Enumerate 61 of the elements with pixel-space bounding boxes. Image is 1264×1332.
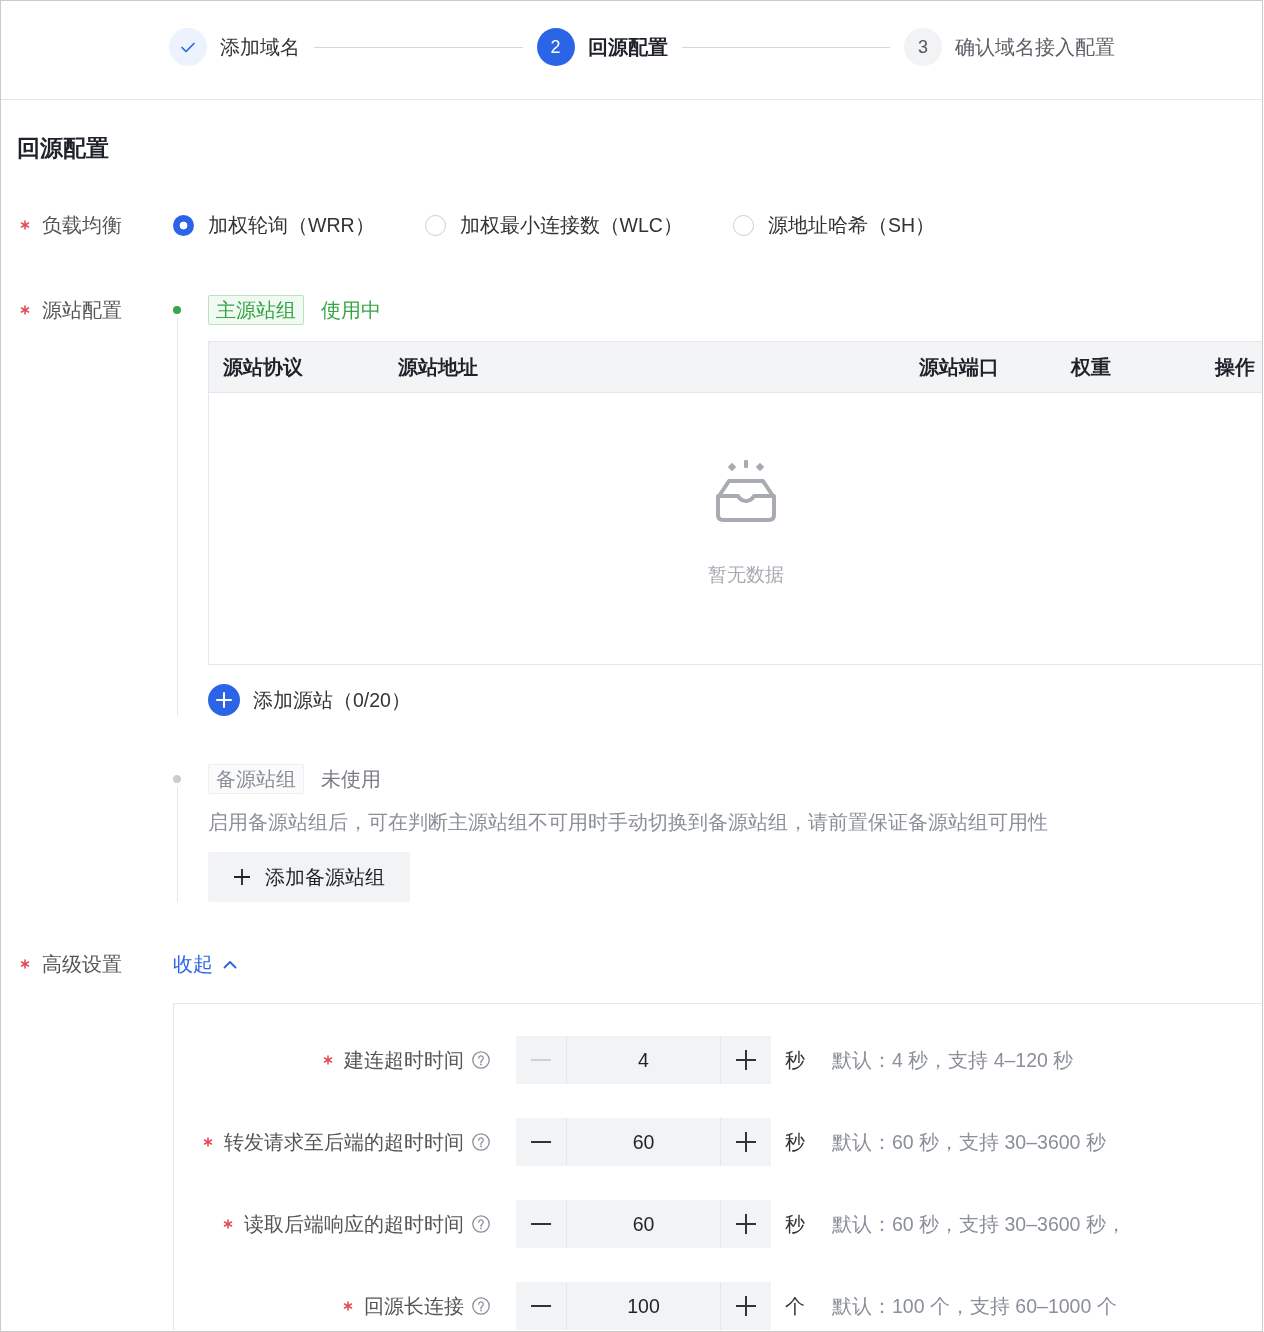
minus-icon	[531, 1305, 551, 1307]
radio-option[interactable]: 加权最小连接数（WLC）	[424, 210, 683, 240]
increment-button[interactable]	[721, 1200, 771, 1248]
minus-icon	[531, 1059, 551, 1061]
add-backup-group-button[interactable]: 添加备源站组	[208, 852, 410, 902]
status-text: 未使用	[321, 767, 381, 792]
plus-icon	[234, 869, 250, 885]
add-origin-button[interactable]: 添加源站（0/20）	[208, 684, 411, 716]
number-input[interactable]: 60	[566, 1118, 721, 1166]
empty-text: 暂无数据	[707, 563, 784, 587]
number-input[interactable]: 100	[566, 1282, 721, 1330]
increment-button[interactable]	[721, 1118, 771, 1166]
step-number: 2	[536, 28, 575, 66]
step-number: 3	[904, 28, 942, 66]
form-label: 源站配置	[42, 298, 122, 323]
field-label: 回源长连接	[364, 1293, 464, 1319]
radio-option[interactable]: 源地址哈希（SH）	[732, 210, 935, 240]
step-label: 添加域名	[220, 35, 300, 60]
unit-text: 秒	[785, 1211, 805, 1237]
empty-inbox-icon	[713, 460, 778, 522]
plus-circle-icon	[208, 684, 240, 716]
hint-text: 默认：60 秒，支持 30–3600 秒，	[832, 1211, 1126, 1237]
plus-icon	[736, 1050, 756, 1070]
increment-button[interactable]	[721, 1282, 771, 1330]
hint-text: 默认：60 秒，支持 30–3600 秒	[832, 1129, 1106, 1155]
form-label: 高级设置	[42, 952, 122, 977]
status-text: 使用中	[321, 298, 381, 323]
column-header: 操作	[1215, 355, 1255, 378]
help-icon[interactable]	[472, 1051, 490, 1069]
number-input[interactable]: 60	[566, 1200, 721, 1248]
plus-icon	[736, 1296, 756, 1316]
description-text: 启用备源站组后，可在判断主源站组不可用时手动切换到备源站组，请前置保证备源站组可用性	[208, 810, 1048, 835]
unit-text: 个	[785, 1293, 805, 1319]
help-icon[interactable]	[472, 1215, 490, 1233]
plus-icon	[736, 1214, 756, 1234]
group-tag: 备源站组	[208, 764, 304, 794]
field-label: 转发请求至后端的超时时间	[224, 1129, 464, 1155]
radio-option[interactable]: 加权轮询（WRR）	[173, 210, 375, 240]
column-header: 源站协议	[223, 355, 303, 378]
number-input[interactable]: 4	[566, 1036, 721, 1084]
hint-text: 默认：100 个，支持 60–1000 个	[832, 1293, 1117, 1319]
increment-button[interactable]	[721, 1036, 771, 1084]
field-label: 建连超时时间	[344, 1047, 464, 1073]
unit-text: 秒	[785, 1047, 805, 1073]
minus-icon	[531, 1223, 551, 1225]
help-icon[interactable]	[472, 1297, 490, 1315]
collapse-link[interactable]: 收起	[173, 950, 237, 978]
step-label: 回源配置	[587, 35, 668, 60]
group-tag: 主源站组	[208, 295, 304, 325]
step-label: 确认域名接入配置	[955, 35, 1115, 60]
section-title: 回源配置	[17, 135, 109, 163]
unit-text: 秒	[785, 1129, 805, 1155]
form-label: 负载均衡	[42, 213, 122, 238]
column-header: 权重	[1071, 355, 1111, 378]
help-icon[interactable]	[472, 1133, 490, 1151]
column-header: 源站地址	[398, 355, 478, 378]
hint-text: 默认：4 秒，支持 4–120 秒	[832, 1047, 1074, 1073]
minus-icon	[531, 1141, 551, 1143]
column-header: 源站端口	[919, 355, 999, 378]
field-label: 读取后端响应的超时时间	[244, 1211, 464, 1237]
plus-icon	[736, 1132, 756, 1152]
